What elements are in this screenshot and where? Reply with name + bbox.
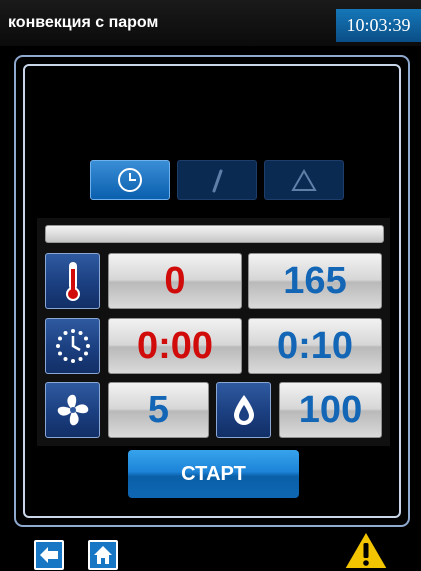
tab-probe-mode[interactable] [177,160,257,200]
probe-icon [212,169,223,193]
temperature-button[interactable] [45,253,100,309]
arrow-left-icon [40,547,58,563]
triangle-icon [291,169,317,191]
clock-icon [118,168,142,192]
fan-speed-value[interactable]: 5 [108,382,209,438]
warning-icon[interactable] [342,529,390,571]
back-button[interactable] [34,540,64,570]
timer-icon [55,329,90,363]
title-bar: конвекция с паром 10:03:39 [0,0,421,46]
timer-button[interactable] [45,318,100,374]
tab-time-mode[interactable] [90,160,170,200]
temperature-set-value[interactable]: 165 [248,253,382,309]
progress-bar [45,225,384,243]
water-drop-icon [233,395,254,425]
home-button[interactable] [88,540,118,570]
home-icon [94,546,112,564]
temperature-actual-value[interactable]: 0 [108,253,242,309]
fan-button[interactable] [45,382,100,438]
mode-title: конвекция с паром [8,14,159,31]
clock: 10:03:39 [336,9,421,42]
time-actual-value[interactable]: 0:00 [108,318,242,374]
start-button[interactable]: СТАРТ [128,450,299,498]
fan-icon [57,394,88,426]
humidity-value[interactable]: 100 [279,382,382,438]
humidity-button[interactable] [216,382,271,438]
tab-delta-mode[interactable] [264,160,344,200]
thermometer-icon [65,262,80,301]
time-set-value[interactable]: 0:10 [248,318,382,374]
